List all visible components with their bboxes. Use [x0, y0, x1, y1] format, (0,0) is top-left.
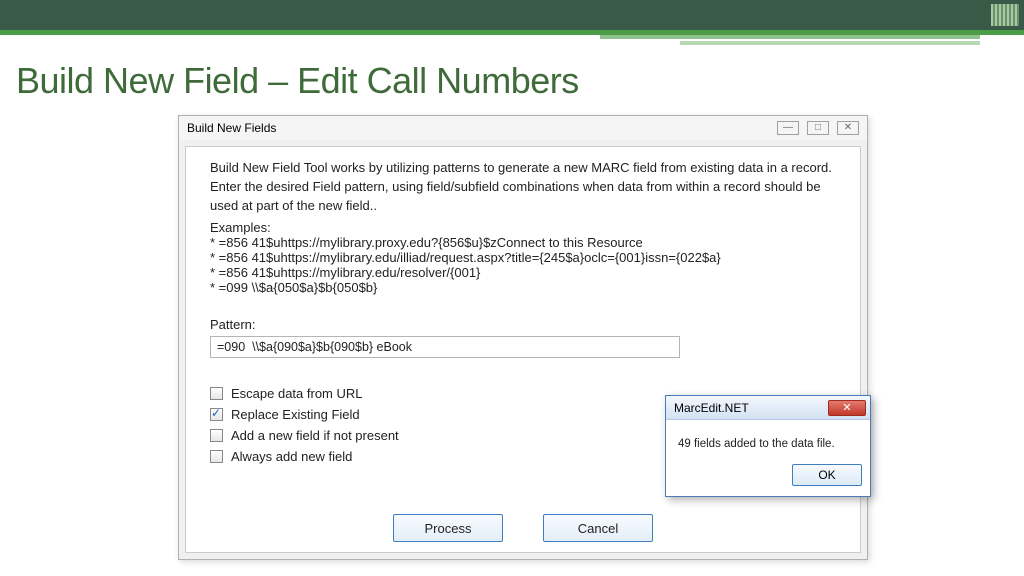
examples-label: Examples:: [210, 220, 840, 235]
process-button[interactable]: Process: [393, 514, 503, 542]
window-titlebar[interactable]: Build New Fields — □ ✕: [179, 116, 867, 140]
example-line-2: * =856 41$uhttps://mylibrary.edu/illiad/…: [210, 250, 840, 265]
option-label: Always add new field: [231, 449, 352, 464]
ok-button[interactable]: OK: [792, 464, 862, 486]
example-line-3: * =856 41$uhttps://mylibrary.edu/resolve…: [210, 265, 840, 280]
msgbox-title: MarcEdit.NET: [674, 401, 749, 415]
banner-underline-light: [680, 41, 980, 45]
option-label: Add a new field if not present: [231, 428, 399, 443]
slide-banner: [0, 0, 1024, 30]
checkbox-icon[interactable]: [210, 429, 223, 442]
example-line-4: * =099 \\$a{050$a}$b{050$b}: [210, 280, 840, 295]
message-box: MarcEdit.NET ✕ 49 fields added to the da…: [665, 395, 871, 497]
option-label: Escape data from URL: [231, 386, 363, 401]
msgbox-close-button[interactable]: ✕: [828, 400, 866, 416]
banner-underline-mid: [600, 35, 980, 39]
banner-accent: [991, 4, 1019, 26]
minimize-button[interactable]: —: [777, 121, 799, 135]
checkbox-icon[interactable]: [210, 450, 223, 463]
cancel-button[interactable]: Cancel: [543, 514, 653, 542]
example-line-1: * =856 41$uhttps://mylibrary.proxy.edu?{…: [210, 235, 840, 250]
pattern-label: Pattern:: [210, 317, 840, 332]
slide-title: Build New Field – Edit Call Numbers: [16, 60, 579, 102]
pattern-input[interactable]: [210, 336, 680, 358]
msgbox-titlebar[interactable]: MarcEdit.NET ✕: [666, 396, 870, 420]
close-button[interactable]: ✕: [837, 121, 859, 135]
window-chrome-buttons: — □ ✕: [777, 121, 859, 135]
msgbox-body: 49 fields added to the data file.: [666, 420, 870, 458]
option-label: Replace Existing Field: [231, 407, 360, 422]
maximize-button[interactable]: □: [807, 121, 829, 135]
checkbox-icon[interactable]: [210, 387, 223, 400]
button-row: Process Cancel: [186, 514, 860, 542]
msgbox-footer: OK: [666, 458, 870, 496]
description-text: Build New Field Tool works by utilizing …: [210, 159, 840, 216]
checkbox-icon[interactable]: [210, 408, 223, 421]
window-title: Build New Fields: [187, 121, 276, 135]
